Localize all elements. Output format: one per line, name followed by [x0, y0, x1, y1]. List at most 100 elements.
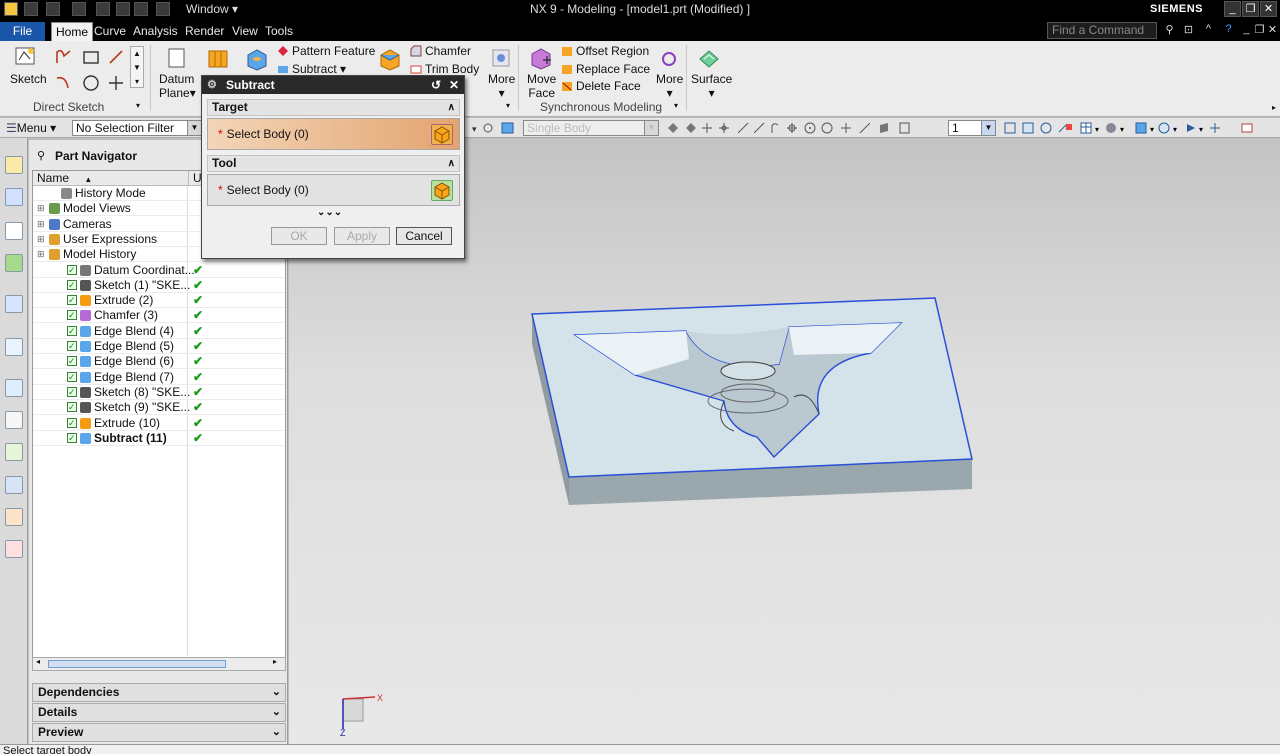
system-materials-icon[interactable]	[5, 411, 23, 429]
work-layer-dropdown[interactable]: 1 ▼	[948, 120, 996, 136]
tab-render[interactable]: Render	[181, 22, 228, 41]
tree-row[interactable]: Sketch (8) "SKE...✔	[33, 385, 285, 400]
feature-checkbox[interactable]	[67, 278, 77, 292]
extrude-icon[interactable]	[206, 47, 230, 71]
tree-row[interactable]: Extrude (2) ✔	[33, 293, 285, 309]
feature-checkbox[interactable]	[67, 339, 77, 353]
feature-checkbox[interactable]	[67, 308, 77, 322]
feature-checkbox[interactable]	[67, 370, 77, 384]
datum-plane-button[interactable]: Datum Plane▾	[159, 72, 196, 100]
minimize-doc-icon[interactable]: _	[1240, 23, 1253, 36]
ribbon-options-icon[interactable]: ▸	[1272, 103, 1276, 112]
offset-region-button[interactable]: Offset Region	[561, 44, 649, 58]
select-body-cube-icon-tool[interactable]	[431, 180, 453, 201]
ok-button[interactable]: OK	[271, 227, 327, 245]
tree-row[interactable]: Edge Blend (7) ✔	[33, 370, 285, 385]
feature-checkbox[interactable]	[67, 416, 77, 430]
more-feature-button[interactable]: More ▾	[488, 72, 515, 100]
pattern-feature-button[interactable]: Pattern Feature	[277, 44, 375, 58]
feature-checkbox[interactable]	[67, 400, 77, 414]
delete-face-button[interactable]: Delete Face	[561, 79, 641, 93]
tab-analysis[interactable]: Analysis	[129, 22, 182, 41]
shell-icon[interactable]	[378, 47, 402, 71]
assembly-navigator-icon[interactable]	[5, 156, 23, 174]
selection-intent-icons[interactable]: ▾	[470, 121, 520, 135]
hd3d-tools-icon[interactable]	[5, 295, 23, 313]
expand-more-icon[interactable]: ⌄⌄⌄	[317, 207, 342, 218]
pin-icon[interactable]: ⚲	[37, 149, 45, 162]
process-studio-icon[interactable]	[5, 443, 23, 461]
apply-button[interactable]: Apply	[334, 227, 390, 245]
details-pane[interactable]: Details ⌄	[32, 703, 286, 722]
subtract-button[interactable]: Subtract ▾	[277, 62, 346, 76]
sketch-button[interactable]: Sketch	[10, 72, 47, 86]
target-section-header[interactable]: Target ∧	[207, 99, 460, 116]
close-doc-icon[interactable]: ✕	[1266, 23, 1279, 36]
minimize-button[interactable]: _	[1224, 1, 1241, 17]
expand-icon[interactable]: ⊞	[37, 247, 45, 261]
expand-icon[interactable]: ⊞	[37, 217, 45, 231]
feature-checkbox[interactable]	[67, 324, 77, 338]
tree-row[interactable]: Sketch (1) "SKE...✔	[33, 278, 285, 293]
expand-icon[interactable]: ⊞	[37, 201, 45, 215]
find-command-input[interactable]: Find a Command	[1047, 22, 1157, 39]
feature-checkbox[interactable]	[67, 431, 77, 445]
help-icon[interactable]: ?	[1222, 23, 1235, 36]
more-sync-button[interactable]: More ▾	[656, 72, 683, 100]
move-face-button[interactable]: Move Face	[527, 72, 556, 100]
close-window-button[interactable]: ✕	[1260, 1, 1277, 17]
feature-checkbox[interactable]	[67, 263, 77, 277]
tool-select-body[interactable]: * Select Body (0)	[207, 174, 460, 206]
target-select-body[interactable]: * Select Body (0)	[207, 118, 460, 150]
system-scenes-icon[interactable]	[5, 508, 23, 526]
expand-icon[interactable]: ⊞	[37, 232, 45, 246]
tree-row[interactable]: Edge Blend (6) ✔	[33, 354, 285, 370]
view-toolbar-icons[interactable]: ▾ ▾ ▾ ▾ ▾	[1003, 121, 1273, 135]
tree-row[interactable]: Datum Coordinat...✔	[33, 263, 285, 278]
tree-row[interactable]: Sketch (9) "SKE...✔	[33, 400, 285, 416]
roles-icon[interactable]	[5, 476, 23, 494]
sketch-tools-icons[interactable]	[54, 48, 134, 93]
web-browser-icon[interactable]	[5, 338, 23, 356]
feature-checkbox[interactable]	[67, 354, 77, 368]
preview-pane[interactable]: Preview ⌄	[32, 723, 286, 742]
feature-group-dropdown-icon[interactable]: ▾	[506, 101, 510, 110]
sketch-gallery-scroll[interactable]: ▲ ▼ ▾	[130, 46, 144, 88]
snap-point-icons[interactable]	[666, 121, 941, 135]
reuse-library-icon[interactable]	[5, 254, 23, 272]
replace-face-button[interactable]: Replace Face	[561, 62, 650, 76]
dependencies-pane[interactable]: Dependencies ⌄	[32, 683, 286, 702]
tree-row[interactable]: Extrude (10) ✔	[33, 416, 285, 431]
feature-checkbox[interactable]	[67, 385, 77, 399]
selection-filter-dropdown[interactable]: No Selection Filter ▼	[72, 120, 202, 136]
select-body-cube-icon[interactable]	[431, 124, 453, 145]
tab-home[interactable]: Home	[51, 22, 94, 41]
dialog-title-bar[interactable]: ⚙ Subtract ↺ ✕	[202, 76, 464, 94]
menu-button[interactable]: ☰Menu ▾	[6, 121, 56, 135]
gear-icon[interactable]: ⚙	[207, 76, 217, 94]
tree-row[interactable]: Chamfer (3) ✔	[33, 308, 285, 324]
column-name-header[interactable]: Name ▲	[33, 171, 188, 186]
history-icon[interactable]	[5, 379, 23, 397]
restore-button[interactable]: ❐	[1242, 1, 1259, 17]
navigator-hscroll[interactable]: ◂ ▸	[32, 657, 286, 671]
selection-scope-dropdown[interactable]: Single Body ▼	[523, 120, 659, 136]
part-navigator-icon[interactable]	[5, 222, 23, 240]
tab-curve[interactable]: Curve	[90, 22, 130, 41]
direct-sketch-dropdown-icon[interactable]: ▾	[136, 101, 140, 110]
fit-icon[interactable]: ⊡	[1182, 23, 1195, 36]
reset-icon[interactable]: ↺	[431, 76, 441, 94]
tool-section-header[interactable]: Tool ∧	[207, 155, 460, 172]
sync-group-dropdown-icon[interactable]: ▾	[674, 101, 678, 110]
tab-file[interactable]: File	[0, 22, 45, 41]
tree-row[interactable]: Subtract (11) ✔	[33, 431, 285, 446]
tab-tools[interactable]: Tools	[261, 22, 297, 41]
surface-button[interactable]: Surface ▾	[691, 72, 732, 100]
close-icon[interactable]: ✕	[449, 76, 459, 94]
chamfer-button[interactable]: Chamfer	[410, 44, 471, 58]
chevron-up-icon[interactable]: ^	[1202, 23, 1215, 36]
trim-body-button[interactable]: Trim Body	[410, 62, 479, 76]
tree-row[interactable]: Edge Blend (4) ✔	[33, 324, 285, 339]
cancel-button[interactable]: Cancel	[396, 227, 452, 245]
constraint-navigator-icon[interactable]	[5, 188, 23, 206]
